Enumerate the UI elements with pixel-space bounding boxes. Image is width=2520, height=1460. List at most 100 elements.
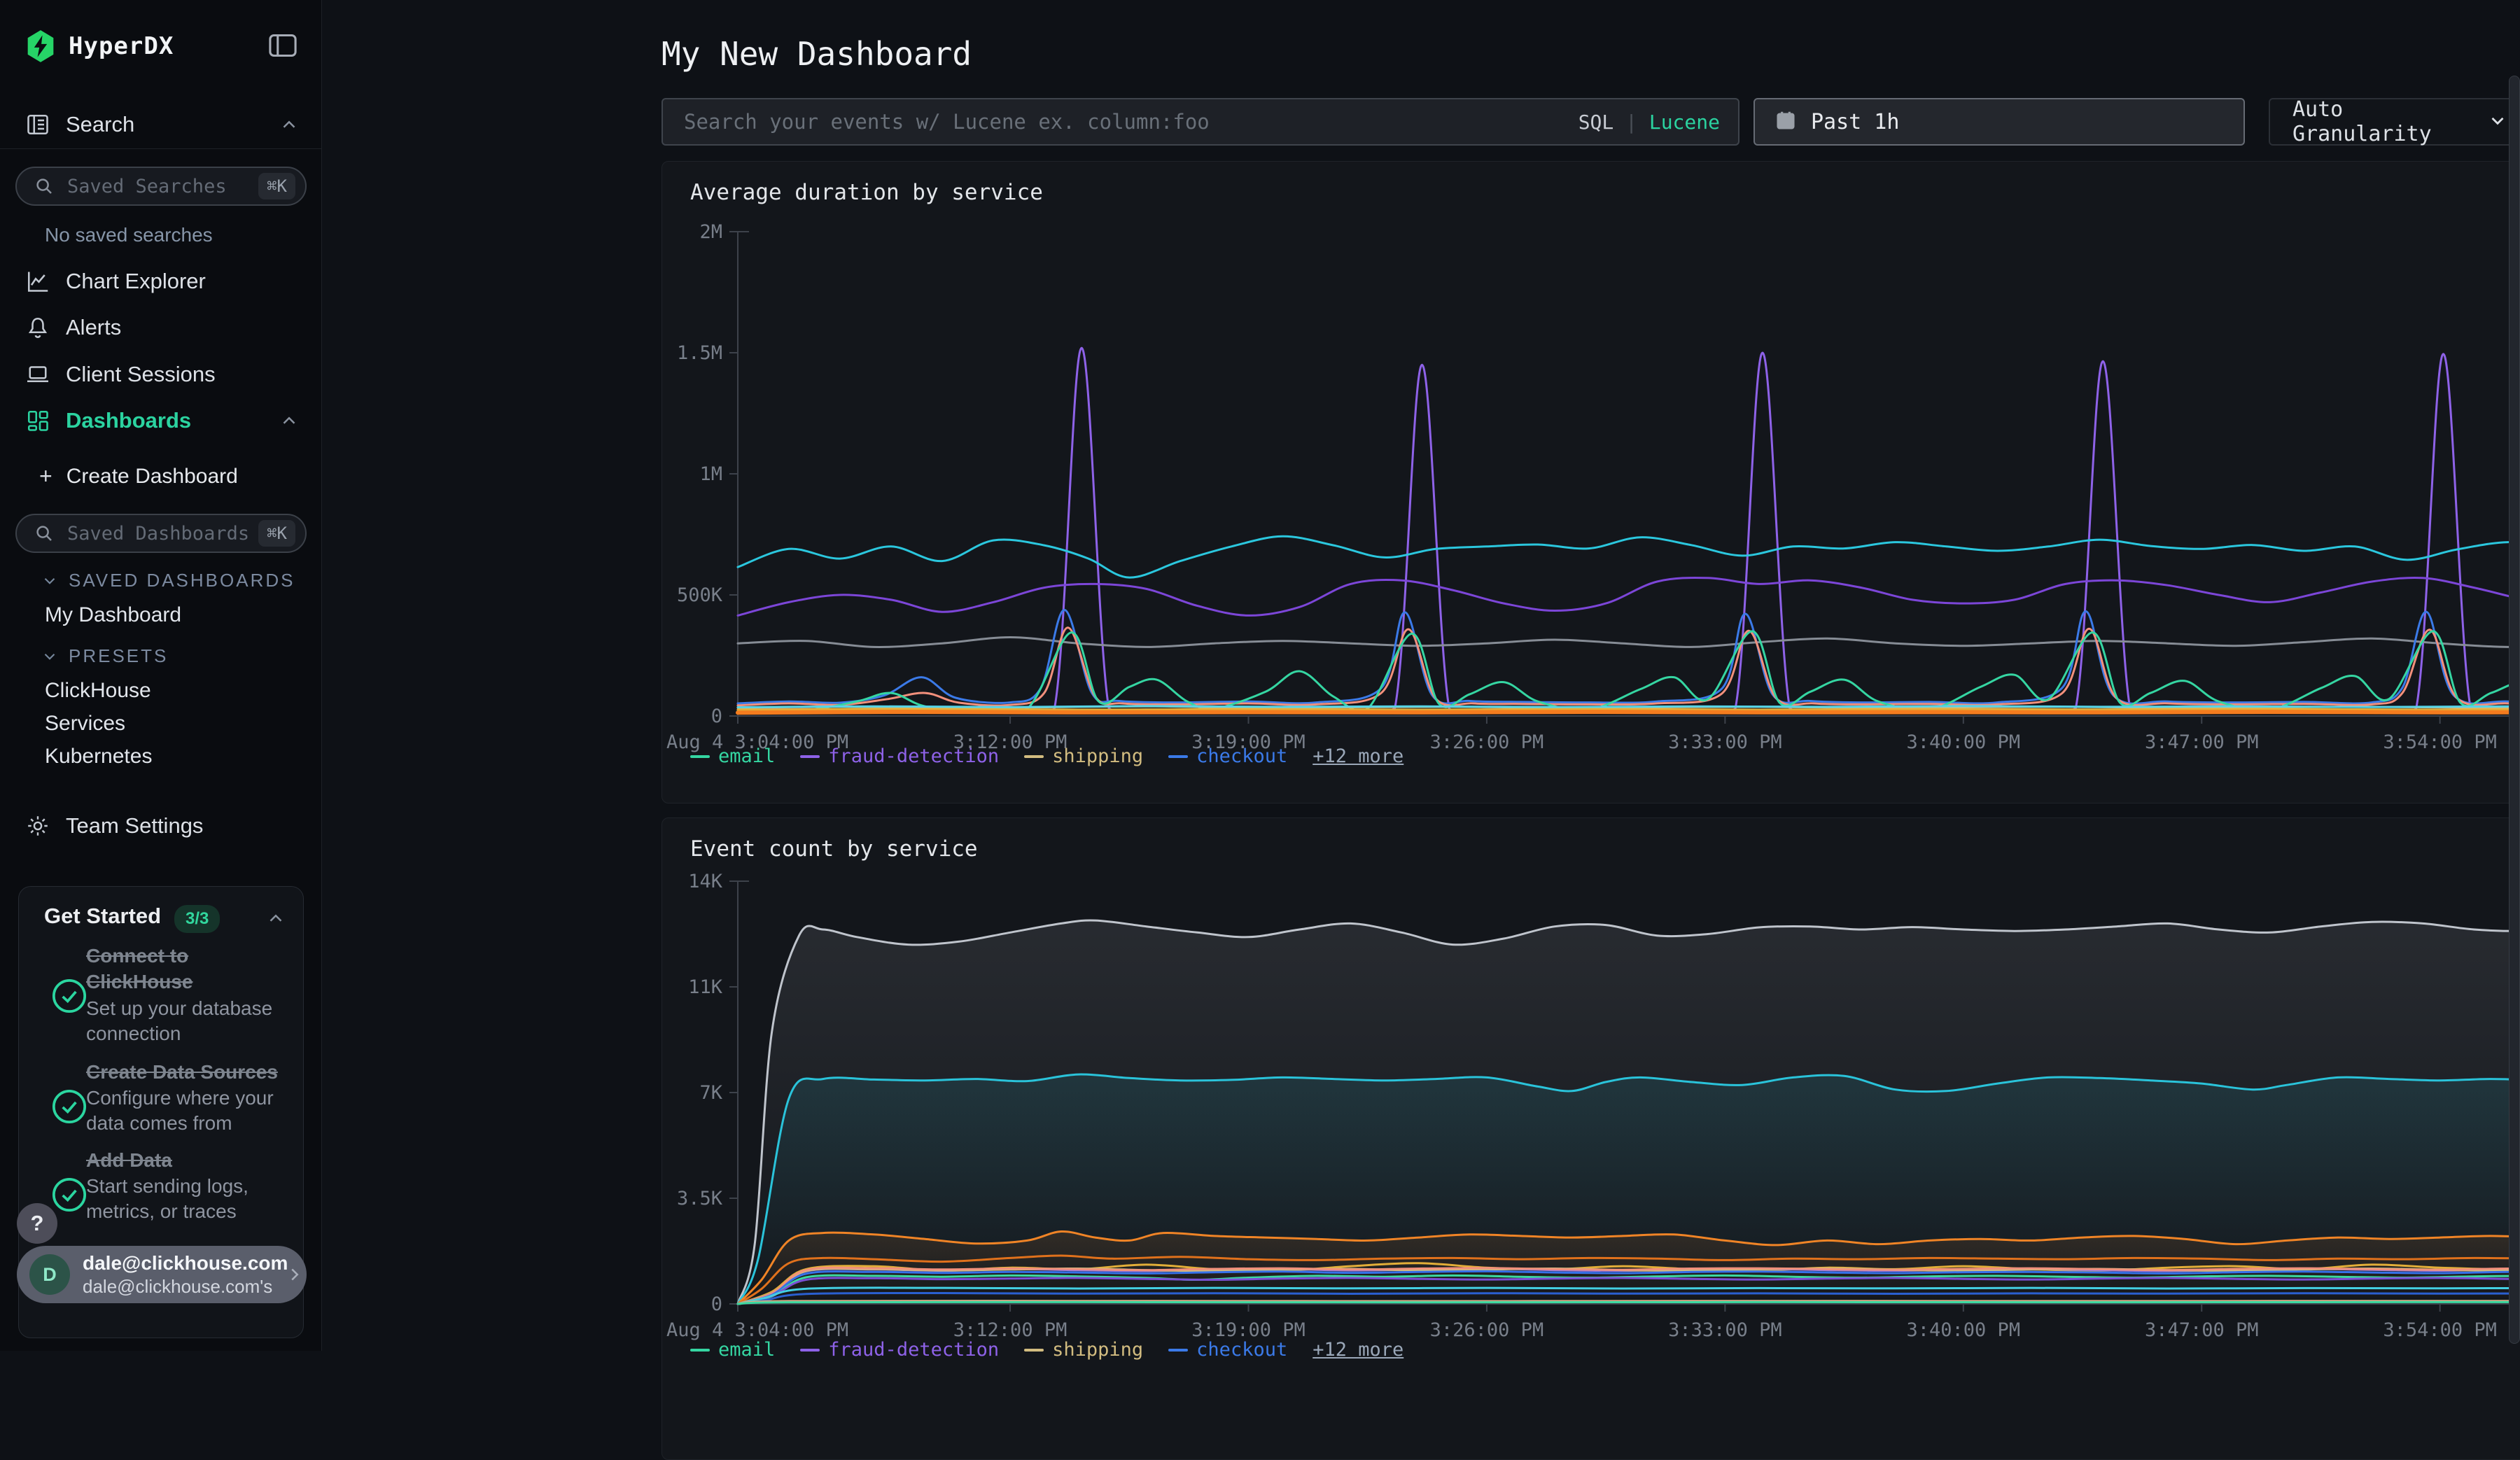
saved-dashboards-placeholder: Saved Dashboards [67, 523, 249, 545]
sidebar-item-label: Search [66, 112, 134, 137]
no-saved-searches-text: No saved searches [45, 224, 213, 246]
legend-item[interactable]: shipping [1024, 1339, 1143, 1361]
legend-item[interactable]: fraud-detection [800, 1339, 999, 1361]
sidebar-item-label: Chart Explorer [66, 269, 206, 294]
sidebar-item-kubernetes[interactable]: Kubernetes [45, 745, 152, 768]
language-divider: | [1625, 111, 1637, 134]
legend-label: fraud-detection [828, 745, 999, 767]
get-started-progress-badge: 3/3 [174, 905, 220, 933]
bell-icon [25, 315, 50, 340]
sidebar-item-label: Team Settings [66, 813, 203, 838]
panel-average-duration[interactable]: Average duration by service 2M1.5M1M500K… [662, 161, 2520, 803]
gear-icon [25, 813, 50, 838]
sidebar-item-services[interactable]: Services [45, 712, 125, 736]
language-lucene[interactable]: Lucene [1649, 111, 1720, 134]
legend-item[interactable]: checkout [1168, 1339, 1287, 1361]
svg-text:3.5K: 3.5K [677, 1188, 723, 1209]
legend-item[interactable]: fraud-detection [800, 745, 999, 767]
sidebar-item-chart-explorer[interactable]: Chart Explorer [0, 259, 322, 304]
svg-text:3:26:00 PM: 3:26:00 PM [1430, 1319, 1544, 1341]
scrollbar[interactable] [2509, 76, 2520, 1344]
hyperdx-logo-icon [25, 29, 56, 63]
legend-item[interactable]: email [690, 745, 775, 767]
granularity-select[interactable]: Auto Granularity [2269, 98, 2520, 146]
svg-text:3:33:00 PM: 3:33:00 PM [1668, 1319, 1782, 1341]
check-circle-icon [50, 1087, 89, 1126]
chevron-up-icon [279, 410, 300, 431]
legend-item[interactable]: checkout [1168, 745, 1287, 767]
legend-more-link[interactable]: +12 more [1312, 1339, 1404, 1361]
get-started-item-title[interactable]: Connect to ClickHouse [86, 943, 289, 995]
legend-label: email [718, 745, 775, 767]
search-icon [34, 176, 55, 197]
language-sql[interactable]: SQL [1578, 111, 1614, 134]
legend-more-link[interactable]: +12 more [1312, 745, 1404, 767]
sidebar-item-alerts[interactable]: Alerts [0, 305, 322, 350]
sidebar-item-dashboards[interactable]: Dashboards [0, 398, 322, 443]
legend-item[interactable]: email [690, 1339, 775, 1361]
section-label: PRESETS [69, 645, 168, 667]
sidebar-item-client-sessions[interactable]: Client Sessions [0, 352, 322, 397]
check-circle-icon [50, 976, 89, 1016]
legend-label: email [718, 1339, 775, 1361]
check-circle-icon [50, 1175, 89, 1214]
event-search-placeholder: Search your events w/ Lucene ex. column:… [684, 110, 1210, 134]
get-started-item-desc: Configure where your data comes from [86, 1086, 296, 1136]
search-section-icon [25, 112, 50, 137]
svg-text:3:26:00 PM: 3:26:00 PM [1430, 731, 1544, 753]
granularity-value: Auto Granularity [2292, 97, 2487, 146]
user-menu[interactable]: D dale@clickhouse.com dale@clickhouse.co… [17, 1246, 307, 1303]
sidebar-item-team-settings[interactable]: Team Settings [0, 803, 322, 848]
sidebar-item-my-dashboard[interactable]: My Dashboard [45, 603, 181, 627]
time-range-picker[interactable]: Past 1h [1754, 98, 2245, 146]
sidebar-item-search[interactable]: Search [0, 102, 322, 147]
chart-average-duration[interactable]: 2M1.5M1M500K0Aug 4 3:04:00 PM3:12:00 PM3… [662, 211, 2520, 778]
search-icon [34, 523, 55, 544]
svg-text:3:54:00 PM: 3:54:00 PM [2383, 1319, 2497, 1341]
chart-legend: email fraud-detection shipping checkout +12 … [690, 1339, 1404, 1361]
legend-label: shipping [1052, 745, 1143, 767]
sidebar-collapse-icon[interactable] [267, 32, 298, 59]
svg-text:3:47:00 PM: 3:47:00 PM [2145, 1319, 2259, 1341]
saved-searches-placeholder: Saved Searches [67, 176, 227, 197]
svg-text:7K: 7K [699, 1082, 722, 1104]
legend-dash-icon [690, 755, 710, 758]
svg-text:500K: 500K [677, 584, 723, 606]
section-presets[interactable]: PRESETS [41, 645, 168, 667]
svg-text:0: 0 [711, 1293, 722, 1315]
help-button[interactable]: ? [17, 1203, 57, 1244]
svg-text:3:40:00 PM: 3:40:00 PM [1907, 731, 2021, 753]
get-started-item-title[interactable]: Create Data Sources [86, 1059, 289, 1085]
event-search-input[interactable]: Search your events w/ Lucene ex. column:… [662, 98, 1740, 146]
sidebar: HyperDX Search Saved Searches ⌘K No save… [0, 0, 322, 1351]
get-started-item-desc: Start sending logs, metrics, or traces [86, 1174, 296, 1224]
get-started-title: Get Started [44, 904, 161, 929]
main-content: My New Dashboard Search your events w/ L… [323, 0, 2520, 1351]
dashboards-grid-icon [25, 408, 50, 433]
chevron-up-icon[interactable] [265, 908, 286, 932]
panel-event-count[interactable]: Event count by service 14K11K7K3.5K0Aug … [662, 817, 2520, 1460]
saved-dashboards-input[interactable]: Saved Dashboards ⌘K [15, 514, 307, 553]
legend-dash-icon [1168, 755, 1188, 758]
sidebar-item-label: Dashboards [66, 408, 191, 433]
legend-label: checkout [1196, 1339, 1287, 1361]
svg-text:3:40:00 PM: 3:40:00 PM [1907, 1319, 2021, 1341]
section-saved-dashboards[interactable]: SAVED DASHBOARDS [41, 570, 295, 591]
legend-dash-icon [800, 755, 820, 758]
chart-title: Event count by service [690, 836, 978, 862]
svg-text:3:54:00 PM: 3:54:00 PM [2383, 731, 2497, 753]
legend-item[interactable]: shipping [1024, 745, 1143, 767]
svg-text:1.5M: 1.5M [677, 342, 722, 364]
saved-searches-input[interactable]: Saved Searches ⌘K [15, 167, 307, 206]
create-dashboard-label: Create Dashboard [66, 465, 238, 489]
chevron-up-icon [279, 114, 300, 135]
create-dashboard-button[interactable]: + Create Dashboard [39, 463, 238, 489]
section-label: SAVED DASHBOARDS [69, 570, 295, 591]
calendar-icon [1774, 109, 1797, 135]
page-title: My New Dashboard [662, 35, 972, 73]
sidebar-item-clickhouse[interactable]: ClickHouse [45, 679, 151, 703]
get-started-item-title[interactable]: Add Data [86, 1147, 289, 1173]
chevron-down-icon [2487, 110, 2508, 134]
svg-text:3:47:00 PM: 3:47:00 PM [2145, 731, 2259, 753]
chevron-down-icon [41, 647, 59, 666]
